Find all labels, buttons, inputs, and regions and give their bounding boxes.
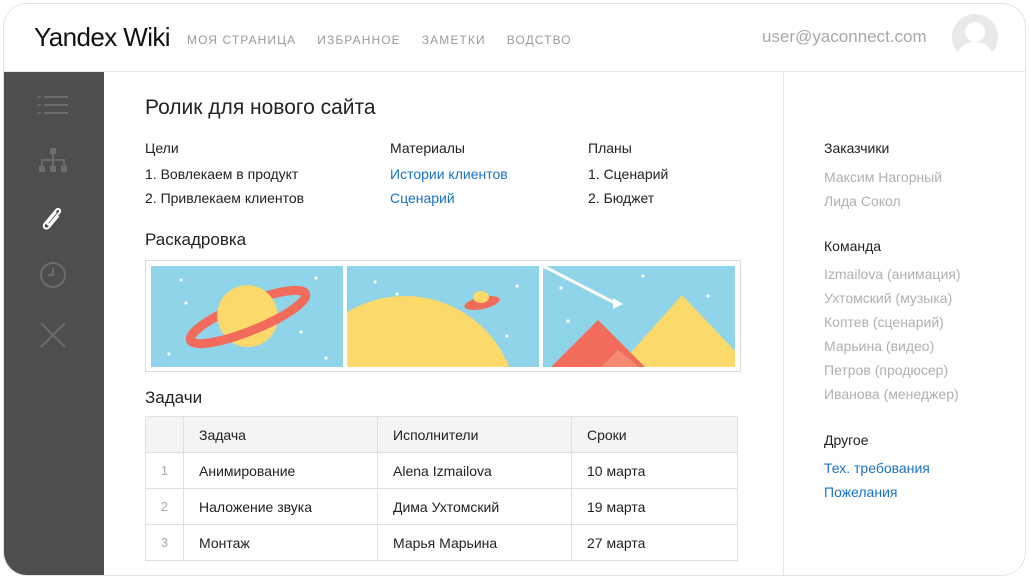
clock-icon[interactable] bbox=[36, 258, 70, 292]
avatar[interactable] bbox=[952, 14, 998, 60]
wishes-link[interactable]: Пожелания bbox=[824, 484, 897, 500]
nav-notes[interactable]: ЗАМЕТКИ bbox=[422, 33, 486, 47]
table-row[interactable]: 2 Наложение звука Дима Ухтомский 19 март… bbox=[145, 488, 738, 525]
list-icon[interactable] bbox=[36, 88, 70, 122]
logo-brand: Yandex bbox=[34, 22, 117, 52]
assignee-cell[interactable]: Марья Марьина bbox=[377, 524, 572, 561]
team-member: Марьина (видео) bbox=[824, 338, 935, 354]
plans-column: Планы 1. Сценарий 2. Бюджет bbox=[588, 140, 668, 214]
task-cell[interactable]: Монтаж bbox=[183, 524, 378, 561]
nav-my-page[interactable]: МОЯ СТРАНИЦА bbox=[187, 33, 296, 47]
tech-requirements-link[interactable]: Тех. требования bbox=[824, 460, 930, 476]
storyboard-frame-planet[interactable] bbox=[151, 266, 343, 367]
goal-item: 2. Привлекаем клиентов bbox=[145, 190, 305, 206]
team-heading: Команда bbox=[824, 238, 882, 254]
table-row[interactable]: 3 Монтаж Марья Марьина 27 марта bbox=[145, 524, 738, 561]
row-number: 2 bbox=[145, 488, 184, 525]
sitemap-icon[interactable] bbox=[36, 144, 70, 178]
goals-column: Цели 1. Вовлекаем в продукт 2. Привлекае… bbox=[145, 140, 304, 214]
team-member: Петров (продюсер) bbox=[824, 362, 949, 378]
plans-heading: Планы bbox=[588, 140, 632, 156]
nav-guide[interactable]: ВОДСТВО bbox=[507, 33, 572, 47]
left-sidebar bbox=[4, 72, 104, 575]
material-link[interactable]: Сценарий bbox=[390, 190, 508, 214]
right-panel: Заказчики Максим Нагорный Лида Сокол Ком… bbox=[783, 72, 1025, 575]
yandex-wiki-logo[interactable]: Yandex Wiki bbox=[34, 22, 171, 53]
column-header-num bbox=[145, 416, 184, 453]
team-member: Ухтомский (музыка) bbox=[824, 290, 953, 306]
row-number: 3 bbox=[145, 524, 184, 561]
tasks-heading: Задачи bbox=[145, 388, 203, 407]
storyboard-strip bbox=[145, 260, 741, 372]
materials-heading: Материалы bbox=[390, 140, 465, 156]
row-number: 1 bbox=[145, 452, 184, 489]
other-heading: Другое bbox=[824, 432, 869, 448]
team-member: Иванова (менеджер) bbox=[824, 386, 959, 402]
storyboard-heading: Раскадровка bbox=[145, 230, 247, 249]
app-window: Yandex Wiki МОЯ СТРАНИЦА ИЗБРАННОЕ ЗАМЕТ… bbox=[3, 3, 1026, 576]
storyboard-frame-ufo[interactable] bbox=[347, 266, 539, 367]
due-cell[interactable]: 19 марта bbox=[571, 488, 738, 525]
customer-name: Лида Сокол bbox=[824, 193, 901, 209]
column-header-assignee[interactable]: Исполнители bbox=[377, 416, 572, 453]
user-silhouette-icon bbox=[956, 22, 994, 60]
goal-item: 1. Вовлекаем в продукт bbox=[145, 166, 299, 182]
top-header: Yandex Wiki МОЯ СТРАНИЦА ИЗБРАННОЕ ЗАМЕТ… bbox=[4, 4, 1025, 72]
table-header-row: Задача Исполнители Сроки bbox=[145, 416, 738, 453]
task-cell[interactable]: Анимирование bbox=[183, 452, 378, 489]
table-row[interactable]: 1 Анимирование Alena Izmailova 10 марта bbox=[145, 452, 738, 489]
task-cell[interactable]: Наложение звука bbox=[183, 488, 378, 525]
goals-heading: Цели bbox=[145, 140, 179, 156]
main-content: Ролик для нового сайта Цели 1. Вовлекаем… bbox=[104, 72, 783, 575]
top-nav: МОЯ СТРАНИЦА ИЗБРАННОЕ ЗАМЕТКИ ВОДСТВО bbox=[187, 33, 572, 47]
paperclip-icon[interactable] bbox=[36, 200, 70, 234]
team-member: Коптев (сценарий) bbox=[824, 314, 944, 330]
logo-product: Wiki bbox=[123, 22, 170, 52]
team-member: Izmailova (анимация) bbox=[824, 266, 961, 282]
page-title: Ролик для нового сайта bbox=[145, 96, 376, 119]
plan-item: 1. Сценарий bbox=[588, 166, 669, 182]
nav-favorites[interactable]: ИЗБРАННОЕ bbox=[317, 33, 401, 47]
customers-heading: Заказчики bbox=[824, 140, 890, 156]
storyboard-frame-mountains[interactable] bbox=[543, 266, 735, 367]
assignee-cell[interactable]: Alena Izmailova bbox=[377, 452, 572, 489]
column-header-task[interactable]: Задача bbox=[183, 416, 378, 453]
plan-item: 2. Бюджет bbox=[588, 190, 655, 206]
tasks-table: Задача Исполнители Сроки 1 Анимирование … bbox=[145, 416, 738, 561]
material-link[interactable]: Истории клиентов bbox=[390, 166, 508, 190]
due-cell[interactable]: 10 марта bbox=[571, 452, 738, 489]
materials-column: Материалы Истории клиентов Сценарий bbox=[390, 140, 508, 214]
column-header-due[interactable]: Сроки bbox=[571, 416, 738, 453]
due-cell[interactable]: 27 марта bbox=[571, 524, 738, 561]
close-icon[interactable] bbox=[36, 318, 70, 352]
assignee-cell[interactable]: Дима Ухтомский bbox=[377, 488, 572, 525]
customer-name: Максим Нагорный bbox=[824, 169, 943, 185]
user-email[interactable]: user@yaconnect.com bbox=[762, 27, 927, 47]
